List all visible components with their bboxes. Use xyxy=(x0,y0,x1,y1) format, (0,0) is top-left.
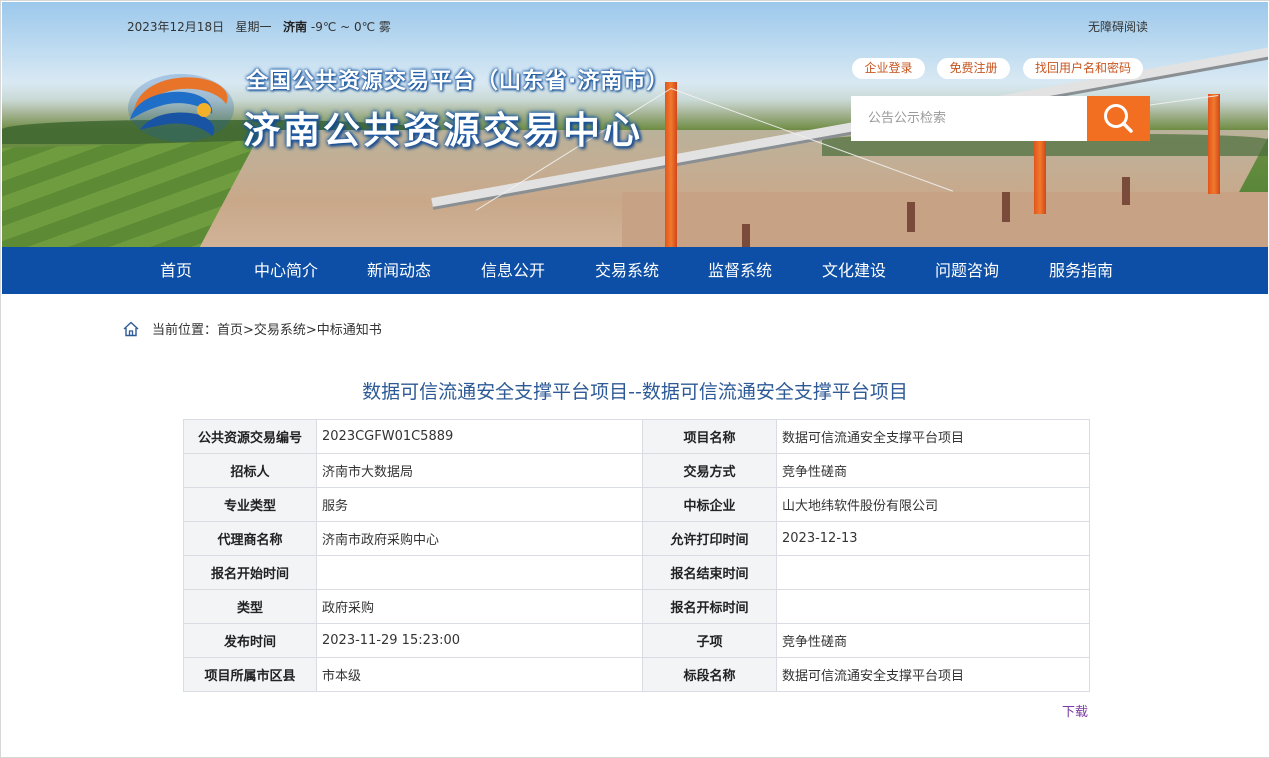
field-value: 竞争性磋商 xyxy=(776,623,1090,658)
bridge-tower xyxy=(1208,94,1220,194)
field-value: 济南市政府采购中心 xyxy=(316,521,643,556)
home-icon xyxy=(123,321,139,336)
nav-home[interactable]: 首页 xyxy=(146,247,206,294)
field-label: 项目名称 xyxy=(642,419,777,454)
bridge-pier xyxy=(1002,192,1010,222)
field-value: 市本级 xyxy=(316,657,643,692)
field-value: 数据可信流通安全支撑平台项目 xyxy=(776,419,1090,454)
page-title: 数据可信流通安全支撑平台项目--数据可信流通安全支撑平台项目 xyxy=(362,381,908,403)
table-row: 招标人 济南市大数据局 交易方式 竞争性磋商 xyxy=(183,453,1090,488)
field-label: 代理商名称 xyxy=(183,521,317,556)
nav-disclosure[interactable]: 信息公开 xyxy=(477,247,549,294)
bridge-tower xyxy=(665,82,677,247)
table-row: 专业类型 服务 中标企业 山大地纬软件股份有限公司 xyxy=(183,487,1090,522)
site-title: 济南公共资源交易中心 xyxy=(243,109,643,152)
free-register-button[interactable]: 免费注册 xyxy=(937,58,1010,79)
field-label: 报名结束时间 xyxy=(642,555,777,590)
nav-news[interactable]: 新闻动态 xyxy=(363,247,435,294)
table-row: 发布时间 2023-11-29 15:23:00 子项 竞争性磋商 xyxy=(183,623,1090,658)
table-row: 代理商名称 济南市政府采购中心 允许打印时间 2023-12-13 xyxy=(183,521,1090,556)
project-info-table: 公共资源交易编号 2023CGFW01C5889 项目名称 数据可信流通安全支撑… xyxy=(183,419,1090,692)
search-icon xyxy=(1104,104,1133,133)
field-label: 报名开标时间 xyxy=(642,589,777,624)
field-value: 数据可信流通安全支撑平台项目 xyxy=(776,657,1090,692)
table-row: 报名开始时间 报名结束时间 xyxy=(183,555,1090,590)
field-label: 交易方式 xyxy=(642,453,777,488)
field-label: 允许打印时间 xyxy=(642,521,777,556)
main-nav: 首页 中心简介 新闻动态 信息公开 交易系统 监督系统 文化建设 问题咨询 服务… xyxy=(2,247,1268,294)
nav-culture[interactable]: 文化建设 xyxy=(818,247,890,294)
field-value xyxy=(776,589,1090,624)
city: 济南 xyxy=(283,20,308,34)
field-value: 政府采购 xyxy=(316,589,643,624)
field-value: 2023CGFW01C5889 xyxy=(316,419,643,454)
field-label: 项目所属市区县 xyxy=(183,657,317,692)
bridge-pier xyxy=(742,224,750,247)
nav-trading-system[interactable]: 交易系统 xyxy=(591,247,663,294)
field-value xyxy=(316,555,643,590)
breadcrumb: 当前位置：首页>交易系统>中标通知书 xyxy=(122,319,382,338)
accessibility-link[interactable]: 无障碍阅读 xyxy=(1088,18,1148,35)
table-row: 项目所属市区县 市本级 标段名称 数据可信流通安全支撑平台项目 xyxy=(183,657,1090,692)
search-input[interactable] xyxy=(851,96,1087,141)
table-row: 公共资源交易编号 2023CGFW01C5889 项目名称 数据可信流通安全支撑… xyxy=(183,419,1090,454)
date-weather: 2023年12月18日 星期一 济南 -9℃ ~ 0℃ 雾 xyxy=(127,18,391,35)
field-value: 济南市大数据局 xyxy=(316,453,643,488)
field-label: 专业类型 xyxy=(183,487,317,522)
bridge-pier xyxy=(1122,177,1130,205)
nav-consulting[interactable]: 问题咨询 xyxy=(931,247,1003,294)
field-label: 类型 xyxy=(183,589,317,624)
nav-about[interactable]: 中心简介 xyxy=(250,247,322,294)
banner-river-bank xyxy=(622,192,1268,247)
field-label: 发布时间 xyxy=(183,623,317,658)
field-label: 标段名称 xyxy=(642,657,777,692)
recover-account-button[interactable]: 找回用户名和密码 xyxy=(1023,58,1143,79)
enterprise-login-button[interactable]: 企业登录 xyxy=(852,58,925,79)
weekday: 星期一 xyxy=(235,20,272,34)
field-label: 公共资源交易编号 xyxy=(183,419,317,454)
field-value: 服务 xyxy=(316,487,643,522)
search-button[interactable] xyxy=(1087,96,1150,141)
weather: -9℃ ~ 0℃ 雾 xyxy=(310,20,391,34)
platform-title: 全国公共资源交易平台（山东省·济南市） xyxy=(246,69,670,94)
field-value xyxy=(776,555,1090,590)
field-value: 竞争性磋商 xyxy=(776,453,1090,488)
download-link[interactable]: 下载 xyxy=(1062,701,1088,720)
breadcrumb-text: 当前位置：首页>交易系统>中标通知书 xyxy=(152,323,382,338)
nav-service-guide[interactable]: 服务指南 xyxy=(1045,247,1117,294)
field-label: 中标企业 xyxy=(642,487,777,522)
bridge-pier xyxy=(907,202,915,232)
field-value: 山大地纬软件股份有限公司 xyxy=(776,487,1090,522)
current-date: 2023年12月18日 xyxy=(127,20,225,34)
field-value: 2023-12-13 xyxy=(776,521,1090,556)
center-logo xyxy=(128,74,234,142)
nav-supervision[interactable]: 监督系统 xyxy=(704,247,776,294)
field-label: 招标人 xyxy=(183,453,317,488)
field-value: 2023-11-29 15:23:00 xyxy=(316,623,643,658)
table-row: 类型 政府采购 报名开标时间 xyxy=(183,589,1090,624)
field-label: 子项 xyxy=(642,623,777,658)
field-label: 报名开始时间 xyxy=(183,555,317,590)
